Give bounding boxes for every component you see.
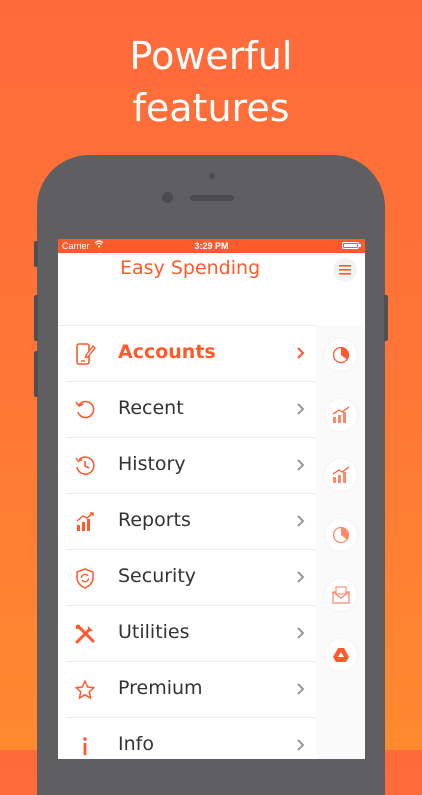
- phone-side-button-volume-down: [34, 351, 38, 397]
- status-bar: Carrier 3:29 PM: [58, 239, 365, 253]
- headline-line-2: features: [132, 86, 290, 130]
- shortcut-rail: [316, 325, 365, 759]
- phone-side-button-volume-up: [34, 295, 38, 341]
- chevron-right-icon: [295, 736, 307, 754]
- phone-frame: Carrier 3:29 PM Easy Spending Accounts R…: [34, 155, 388, 795]
- clock-history-icon: [72, 453, 98, 479]
- growth-chart-icon[interactable]: [325, 459, 357, 491]
- pie-chart-icon[interactable]: [325, 519, 357, 551]
- phone-sensor: [209, 173, 215, 179]
- shield-sync-icon: [72, 565, 98, 591]
- drive-icon[interactable]: [325, 639, 357, 671]
- menu-label: Premium: [118, 677, 203, 699]
- menu-item-info[interactable]: Info: [58, 718, 316, 759]
- chevron-right-icon: [295, 400, 307, 418]
- side-menu: Accounts Recent History Reports Security…: [58, 325, 316, 759]
- status-time: 3:29 PM: [194, 241, 229, 251]
- menu-label: Info: [118, 733, 154, 755]
- chevron-right-icon: [295, 624, 307, 642]
- menu-item-accounts[interactable]: Accounts: [58, 326, 316, 382]
- tools-icon: [72, 621, 98, 647]
- menu-item-recent[interactable]: Recent: [58, 382, 316, 438]
- menu-item-security[interactable]: Security: [58, 550, 316, 606]
- phone-edit-icon: [72, 341, 98, 367]
- growth-chart-icon[interactable]: [325, 399, 357, 431]
- phone-side-button-mute: [34, 241, 38, 267]
- chevron-right-icon: [295, 512, 307, 530]
- star-icon: [72, 677, 98, 703]
- bar-chart-icon: [72, 509, 98, 535]
- chevron-right-icon: [295, 456, 307, 474]
- menu-label: Security: [118, 565, 197, 587]
- info-icon: [72, 733, 98, 759]
- chevron-right-icon: [295, 680, 307, 698]
- chevron-right-icon: [295, 568, 307, 586]
- phone-speaker: [190, 195, 234, 201]
- phone-camera: [162, 192, 173, 203]
- pie-chart-icon[interactable]: [325, 339, 357, 371]
- app-title: Easy Spending: [120, 257, 261, 279]
- app-screen: Carrier 3:29 PM Easy Spending Accounts R…: [58, 239, 365, 759]
- battery-icon: [342, 242, 361, 249]
- menu-item-premium[interactable]: Premium: [58, 662, 316, 718]
- hamburger-icon: [339, 265, 351, 275]
- headline-line-1: Powerful: [129, 34, 293, 78]
- menu-label: Reports: [118, 509, 191, 531]
- headline: Powerful features: [0, 30, 422, 134]
- hamburger-menu-button[interactable]: [333, 258, 357, 282]
- menu-label: Utilities: [118, 621, 190, 643]
- menu-label: History: [118, 453, 186, 475]
- menu-label: Recent: [118, 397, 184, 419]
- menu-item-utilities[interactable]: Utilities: [58, 606, 316, 662]
- menu-item-history[interactable]: History: [58, 438, 316, 494]
- phone-side-button-power: [384, 295, 388, 341]
- mail-icon[interactable]: [325, 579, 357, 611]
- refresh-icon: [72, 397, 98, 423]
- menu-item-reports[interactable]: Reports: [58, 494, 316, 550]
- chevron-right-icon: [295, 344, 307, 362]
- menu-label: Accounts: [118, 341, 216, 363]
